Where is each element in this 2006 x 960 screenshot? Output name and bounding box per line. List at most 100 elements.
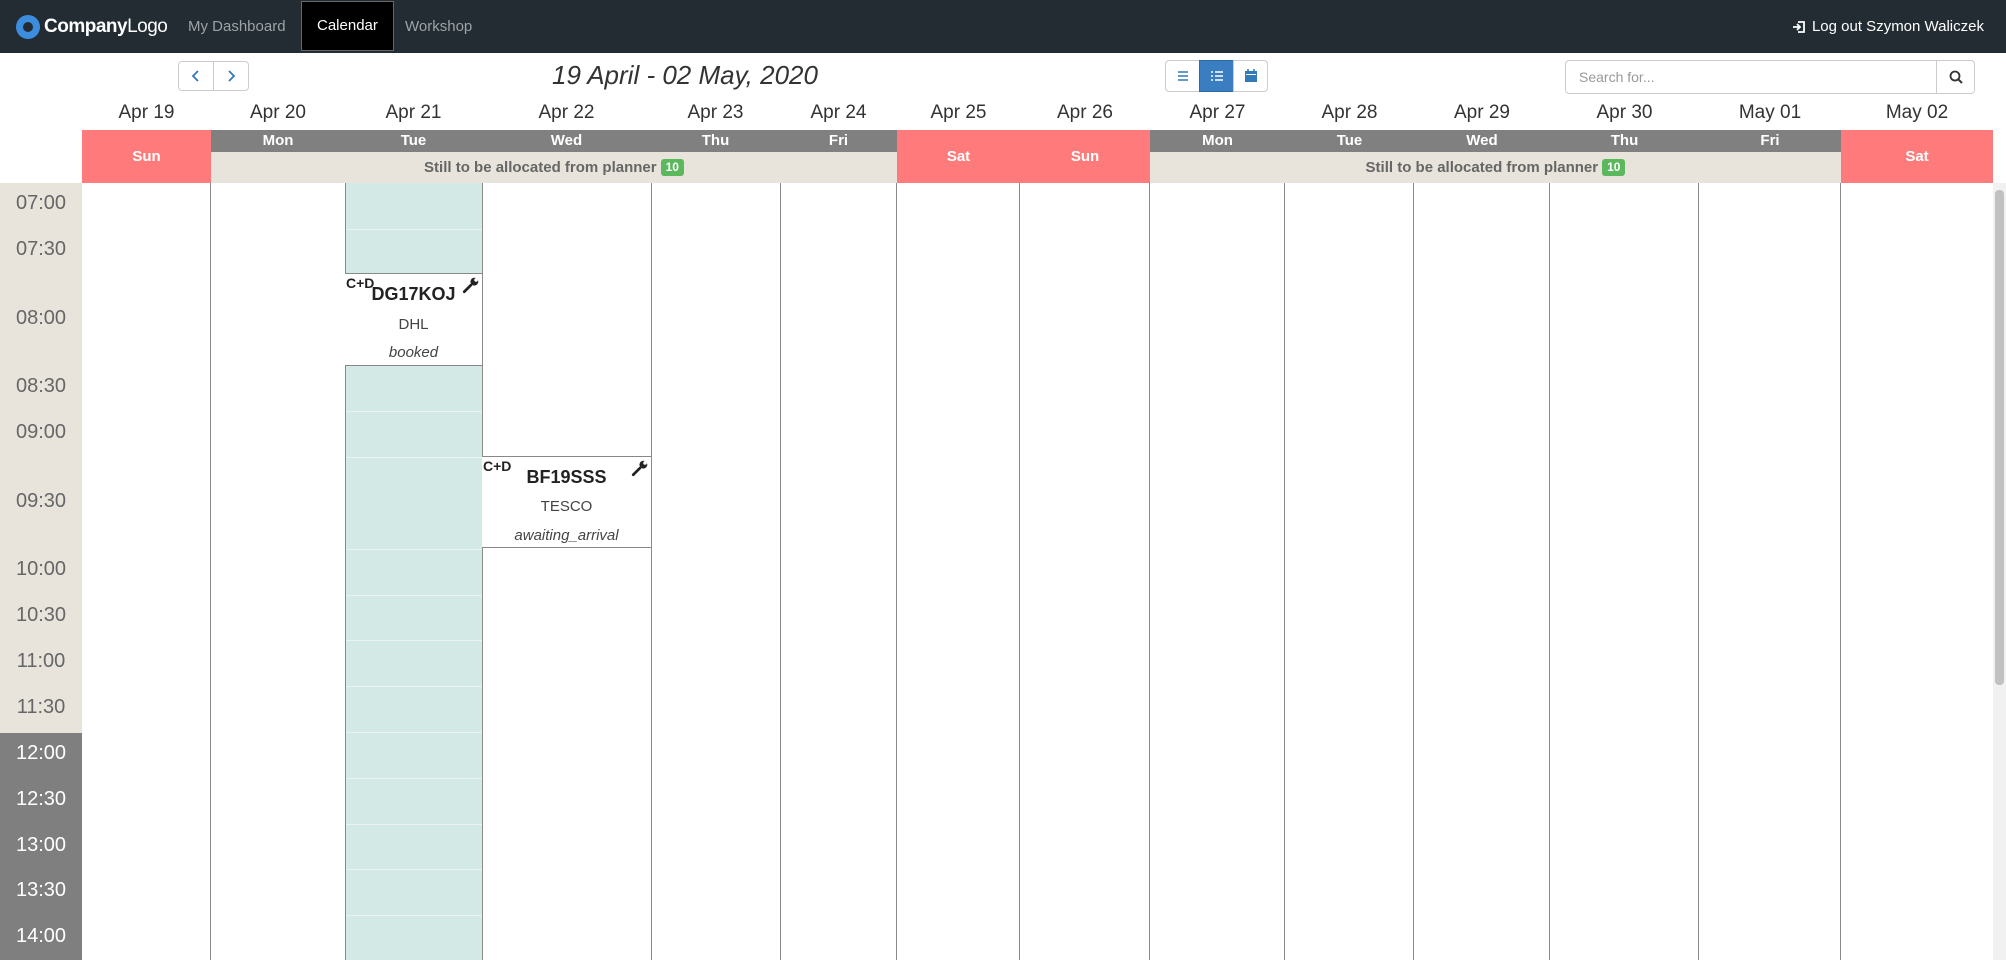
- column-divider: [651, 183, 652, 960]
- view-list-button[interactable]: [1165, 60, 1200, 92]
- day-date-apr-20: Apr 20: [250, 102, 306, 123]
- booking-status-label: booked: [388, 344, 439, 361]
- allocation-bar-week-2[interactable]: Still to be allocated from planner 10: [1150, 152, 1841, 183]
- column-divider: [1019, 183, 1020, 960]
- day-header-fri-may-01: Fri: [1699, 130, 1841, 152]
- day-header-fri-apr-24: Fri: [780, 130, 897, 152]
- day-date-apr-28: Apr 28: [1321, 102, 1378, 123]
- day-header-sat-apr-25: Sat: [897, 130, 1020, 183]
- time-label-1030: 10:30: [15, 604, 67, 626]
- time-label-0730: 07:30: [15, 238, 67, 260]
- search-icon: [1949, 70, 1963, 84]
- sign-out-icon: [1792, 20, 1805, 33]
- column-divider: [780, 183, 781, 960]
- allocation-label: Still to be allocated from planner: [1365, 159, 1599, 176]
- slot-divider: [345, 549, 482, 550]
- day-date-apr-29: Apr 29: [1454, 102, 1510, 123]
- time-label-1400: 14:00: [15, 925, 67, 947]
- wrench-icon[interactable]: [631, 459, 649, 477]
- day-date-apr-27: Apr 27: [1189, 102, 1246, 123]
- booking-card-bf19sss[interactable]: C+D BF19SSS TESCO awaiting_arrival: [482, 456, 651, 548]
- registration-label: BF19SSS: [526, 467, 607, 487]
- calendar-icon: [1244, 69, 1257, 82]
- day-date-apr-26: Apr 26: [1057, 102, 1113, 123]
- nav-calendar[interactable]: Calendar: [301, 1, 394, 51]
- column-divider: [1149, 183, 1150, 960]
- day-date-apr-23: Apr 23: [687, 102, 744, 123]
- day-date-apr-22: Apr 22: [538, 102, 595, 123]
- slot-divider: [345, 411, 482, 412]
- time-label-0830: 08:30: [15, 375, 67, 397]
- slot-divider: [345, 915, 482, 916]
- day-header-tue-apr-28: Tue: [1285, 130, 1414, 152]
- customer-label: DHL: [398, 316, 429, 333]
- column-divider: [1413, 183, 1414, 960]
- slot-divider: [345, 595, 482, 596]
- previous-period-button[interactable]: [178, 61, 214, 91]
- wrench-icon[interactable]: [462, 276, 480, 294]
- allocation-bar-week-1[interactable]: Still to be allocated from planner 10: [211, 152, 897, 183]
- chevron-left-icon: [191, 70, 199, 82]
- slot-divider: [345, 778, 482, 779]
- time-label-0700: 07:00: [15, 192, 67, 214]
- column-divider: [1549, 183, 1550, 960]
- company-logo[interactable]: CompanyLogo: [16, 14, 168, 40]
- day-header-thu-apr-23: Thu: [651, 130, 780, 152]
- nav-my-dashboard[interactable]: My Dashboard: [173, 0, 301, 53]
- logout-link[interactable]: Log out Szymon Waliczek: [1792, 0, 1984, 53]
- view-detailed-list-button[interactable]: [1199, 60, 1234, 92]
- day-header-sat-may-02: Sat: [1841, 130, 1993, 183]
- time-label-1230: 12:30: [15, 788, 67, 810]
- list-icon: [1177, 71, 1188, 81]
- logo-icon: [16, 15, 40, 39]
- nav-workshop[interactable]: Workshop: [390, 0, 487, 53]
- booking-status-label: awaiting_arrival: [514, 527, 619, 544]
- allocation-label: Still to be allocated from planner: [424, 159, 657, 176]
- column-divider: [210, 183, 211, 960]
- column-divider: [482, 183, 483, 960]
- search-input[interactable]: [1565, 60, 1937, 94]
- weekday-block-2: Mon Tue Wed Thu Fri Still to be allocate…: [1150, 130, 1841, 183]
- day-date-apr-30: Apr 30: [1596, 102, 1653, 123]
- column-divider: [1698, 183, 1699, 960]
- day-date-may-02: May 02: [1885, 102, 1949, 123]
- slot-divider: [345, 686, 482, 687]
- logout-label: Log out Szymon Waliczek: [1811, 17, 1984, 35]
- day-header-mon-apr-27: Mon: [1150, 130, 1285, 152]
- day-header-tue-apr-21: Tue: [345, 130, 482, 152]
- column-divider: [1840, 183, 1841, 960]
- date-range-title: 19 April - 02 May, 2020: [552, 60, 818, 90]
- day-date-apr-24: Apr 24: [810, 102, 867, 123]
- column-divider: [896, 183, 897, 960]
- top-navbar: CompanyLogo My Dashboard Calendar Worksh…: [0, 0, 2006, 53]
- detailed-list-icon: [1210, 71, 1223, 81]
- slot-divider: [345, 457, 482, 458]
- customer-label: TESCO: [540, 498, 593, 515]
- weekday-block-1: Mon Tue Wed Thu Fri Still to be allocate…: [211, 130, 897, 183]
- column-divider: [1284, 183, 1285, 960]
- booking-card-dg17koj[interactable]: C+D DG17KOJ DHL booked: [345, 273, 482, 366]
- time-label-0900: 09:00: [15, 421, 67, 443]
- time-label-1000: 10:00: [15, 558, 67, 580]
- day-header-wed-apr-29: Wed: [1414, 130, 1550, 152]
- time-label-0930: 09:30: [15, 490, 67, 512]
- next-period-button[interactable]: [213, 61, 249, 91]
- day-date-apr-19: Apr 19: [118, 102, 175, 123]
- day-date-apr-25: Apr 25: [930, 102, 987, 123]
- vertical-scrollbar-thumb[interactable]: [1995, 190, 2004, 685]
- day-date-apr-21: Apr 21: [385, 102, 442, 123]
- allocation-count-badge: 10: [660, 159, 684, 176]
- day-header-wed-apr-22: Wed: [482, 130, 651, 152]
- time-label-1330: 13:30: [15, 879, 67, 901]
- slot-divider: [345, 824, 482, 825]
- brand-text: CompanyLogo: [44, 16, 168, 37]
- slot-divider: [345, 869, 482, 870]
- search-button[interactable]: [1936, 60, 1975, 94]
- allocation-count-badge: 10: [1602, 159, 1626, 176]
- time-label-1130: 11:30: [16, 696, 66, 718]
- day-header-mon-apr-20: Mon: [211, 130, 345, 152]
- day-header-sun-apr-26: Sun: [1020, 130, 1150, 183]
- day-header-sun-apr-19: Sun: [82, 130, 211, 183]
- time-label-1100: 11:00: [16, 650, 66, 672]
- view-calendar-button[interactable]: [1233, 60, 1268, 92]
